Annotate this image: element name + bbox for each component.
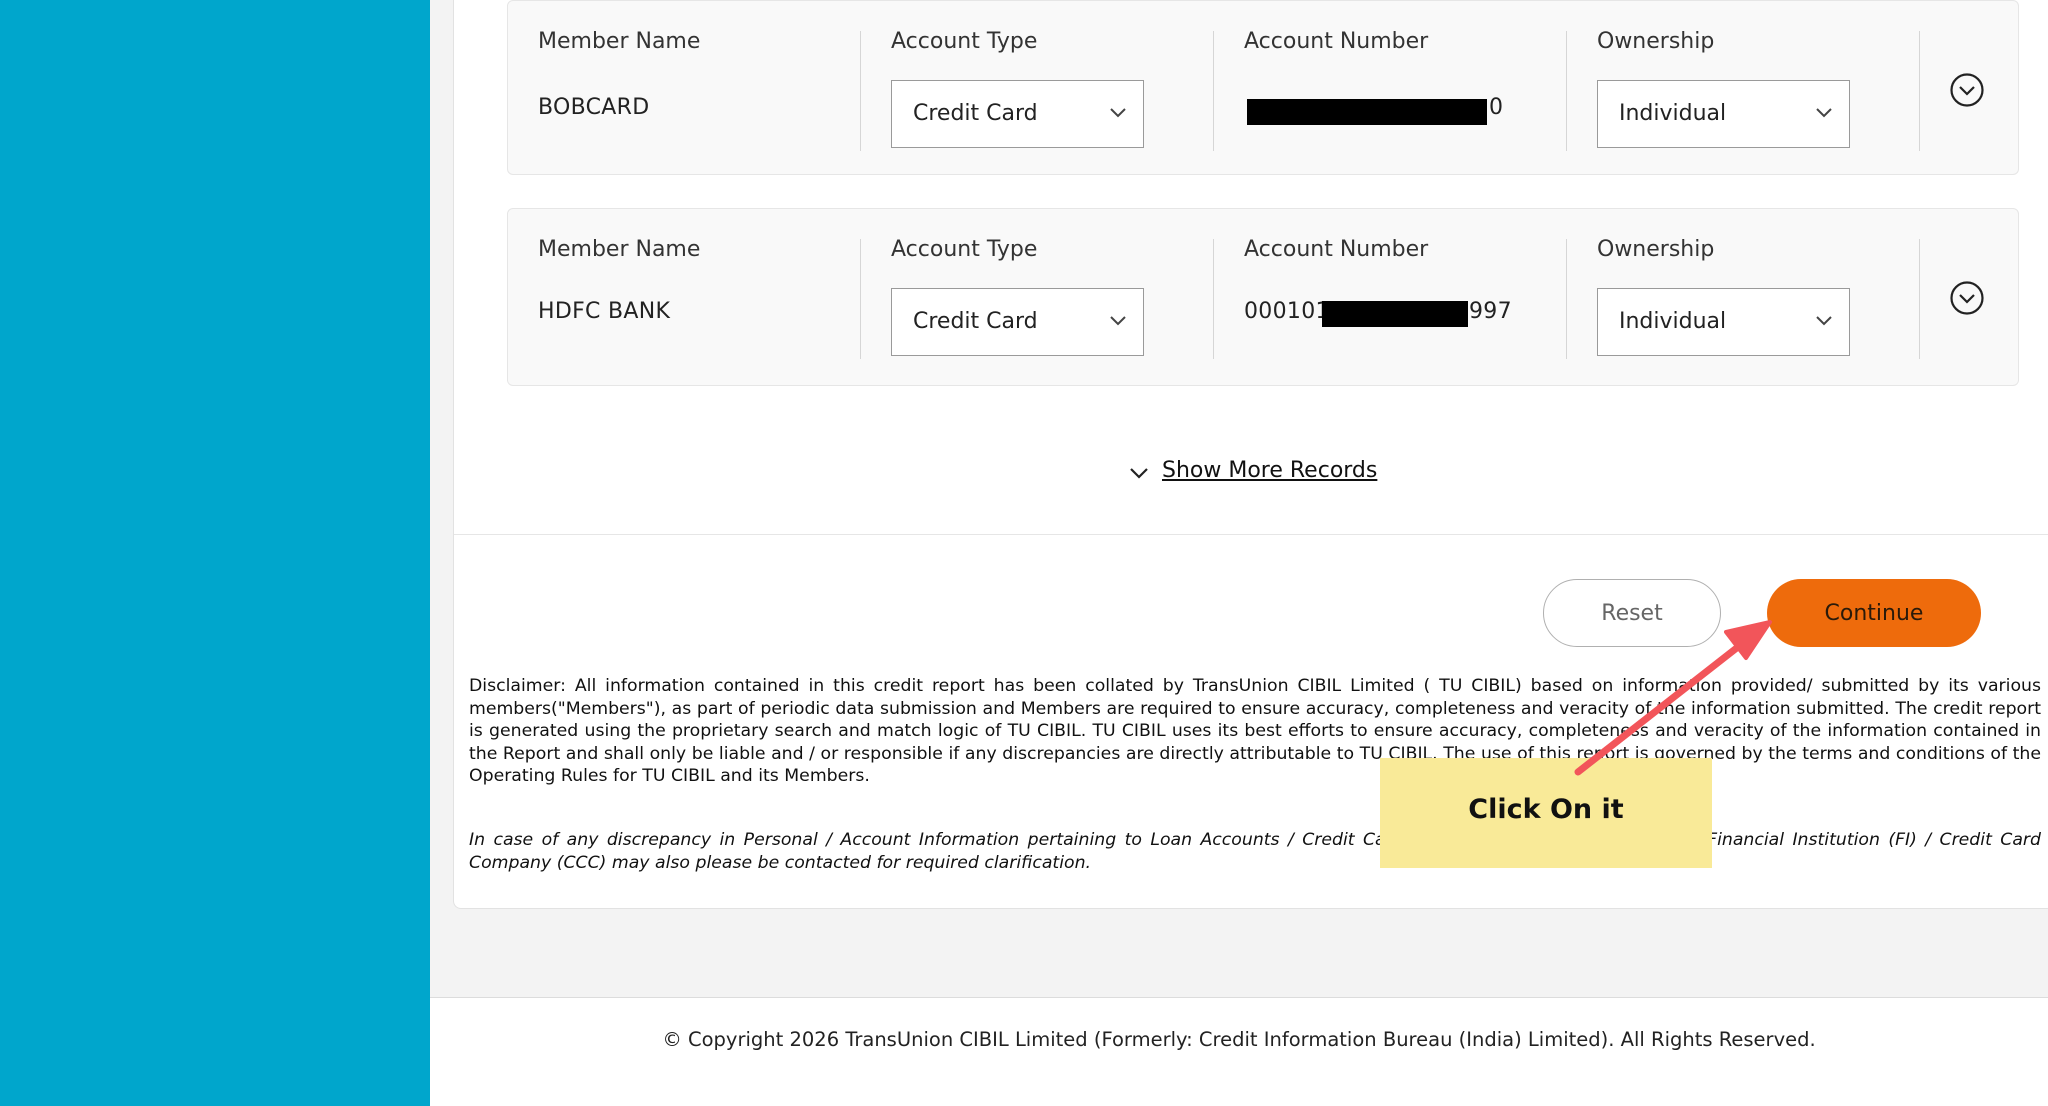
footer: © Copyright 2026 TransUnion CIBIL Limite… [430, 998, 2048, 1106]
chevron-down-icon [1816, 316, 1832, 326]
redacted-account-number [1322, 301, 1468, 327]
account-type-label: Account Type [891, 237, 1038, 262]
reset-button[interactable]: Reset [1543, 579, 1721, 647]
account-type-label: Account Type [891, 29, 1038, 54]
continue-button[interactable]: Continue [1767, 579, 1981, 647]
column-divider [1919, 239, 1920, 359]
account-number-suffix: 0 [1489, 95, 1504, 120]
column-divider [1213, 31, 1214, 151]
annotation-text: Click On it [1468, 794, 1624, 825]
account-number-suffix: 997 [1469, 299, 1512, 324]
section-divider [454, 534, 2048, 535]
main-content: Member Name BOBCARD Account Type Credit … [430, 0, 2048, 997]
column-divider [1213, 239, 1214, 359]
member-name-value: BOBCARD [538, 95, 650, 120]
ownership-label: Ownership [1597, 237, 1715, 262]
account-type-selected: Credit Card [913, 101, 1038, 126]
ownership-selected: Individual [1619, 309, 1727, 334]
account-record: Member Name HDFC BANK Account Type Credi… [507, 208, 2019, 386]
records-panel: Member Name BOBCARD Account Type Credit … [453, 0, 2048, 909]
expand-record-icon[interactable] [1949, 72, 1985, 108]
expand-record-icon[interactable] [1949, 280, 1985, 316]
member-name-label: Member Name [538, 237, 701, 262]
column-divider [860, 239, 861, 359]
annotation-callout: Click On it [1380, 758, 1712, 868]
chevron-down-icon [1816, 108, 1832, 118]
column-divider [860, 31, 861, 151]
sidebar [0, 0, 430, 1106]
ownership-select[interactable]: Individual [1597, 80, 1850, 148]
redacted-account-number [1247, 99, 1487, 125]
column-divider [1566, 31, 1567, 151]
account-type-select[interactable]: Credit Card [891, 80, 1144, 148]
account-type-select[interactable]: Credit Card [891, 288, 1144, 356]
member-name-label: Member Name [538, 29, 701, 54]
chevron-down-icon [1130, 468, 1148, 479]
account-number-label: Account Number [1244, 237, 1429, 262]
ownership-label: Ownership [1597, 29, 1715, 54]
copyright-text: © Copyright 2026 TransUnion CIBIL Limite… [662, 1028, 1816, 1051]
account-type-selected: Credit Card [913, 309, 1038, 334]
show-more-records-label: Show More Records [1162, 458, 1378, 483]
ownership-selected: Individual [1619, 101, 1727, 126]
discrepancy-note: In case of any discrepancy in Personal /… [469, 830, 2041, 873]
column-divider [1566, 239, 1567, 359]
ownership-select[interactable]: Individual [1597, 288, 1850, 356]
account-number-prefix: 000101 [1244, 299, 1330, 324]
account-number-label: Account Number [1244, 29, 1429, 54]
chevron-down-icon [1110, 316, 1126, 326]
member-name-value: HDFC BANK [538, 299, 671, 324]
disclaimer-text: Disclaimer: All information contained in… [469, 676, 2041, 787]
account-record: Member Name BOBCARD Account Type Credit … [507, 0, 2019, 175]
chevron-down-icon [1110, 108, 1126, 118]
column-divider [1919, 31, 1920, 151]
